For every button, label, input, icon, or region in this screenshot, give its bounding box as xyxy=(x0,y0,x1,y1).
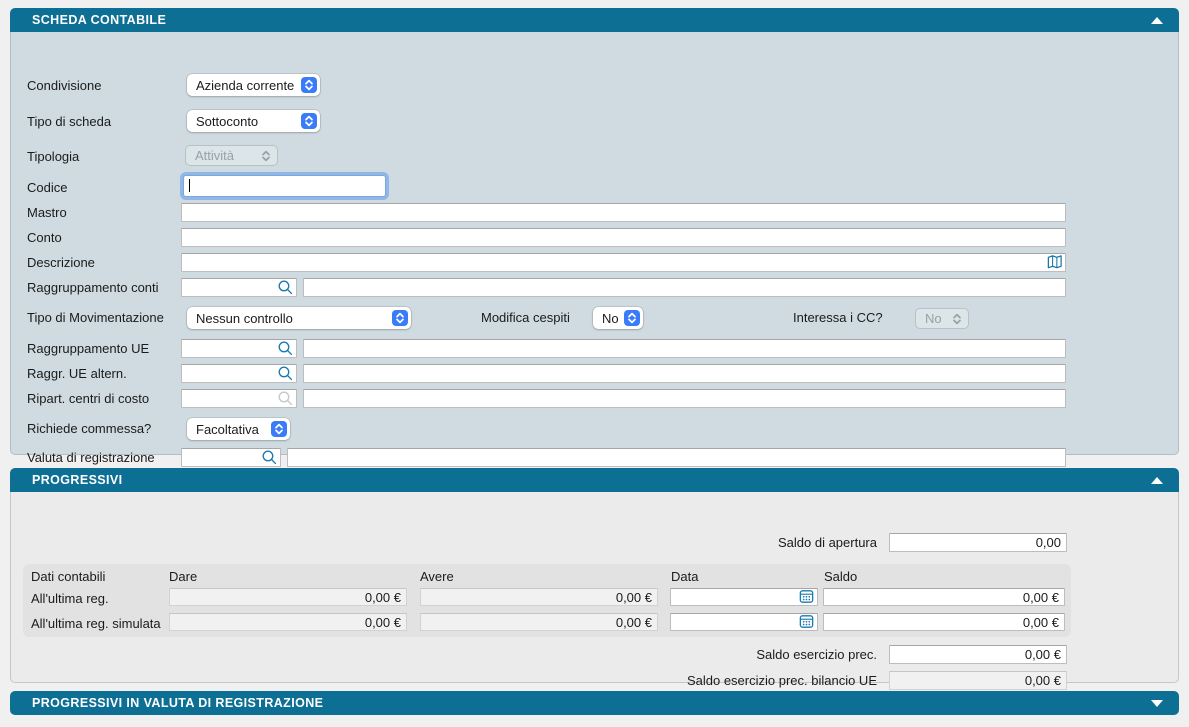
valuta-registrazione-desc-input[interactable] xyxy=(287,448,1066,467)
scheda-contabile-body: Condivisione Azienda corrente Tipo di sc… xyxy=(10,32,1179,455)
raggruppamento-ue-desc-input[interactable] xyxy=(303,339,1066,358)
descrizione-input[interactable] xyxy=(181,253,1066,272)
select-stepper-icon xyxy=(949,311,965,327)
select-stepper-icon xyxy=(392,310,408,326)
select-stepper-icon xyxy=(624,310,640,326)
ultima-reg-simulata-avere-input xyxy=(420,613,658,631)
saldo-esercizio-prec-ue-label: Saldo esercizio prec. bilancio UE xyxy=(687,673,877,688)
progressivi-header[interactable]: PROGRESSIVI xyxy=(10,468,1179,492)
tipologia-select-value: Attività xyxy=(195,148,252,163)
raggr-ue-altern-desc-input[interactable] xyxy=(303,364,1066,383)
select-stepper-icon xyxy=(301,77,317,93)
text-caret xyxy=(189,179,190,192)
ripart-centri-costo-desc-input[interactable] xyxy=(303,389,1066,408)
ultima-reg-simulata-saldo-input[interactable] xyxy=(823,613,1065,631)
expand-icon[interactable] xyxy=(1151,700,1163,707)
raggr-ue-altern-code-field xyxy=(181,364,297,383)
valuta-registrazione-label: Valuta di registrazione xyxy=(27,450,155,465)
ultima-reg-simulata-data-field xyxy=(670,613,818,631)
ripart-centri-costo-code-field xyxy=(181,389,297,408)
scheda-contabile-title: SCHEDA CONTABILE xyxy=(32,13,166,27)
interessa-cc-select: No xyxy=(915,308,969,329)
codice-input[interactable] xyxy=(183,175,386,197)
tipo-movimentazione-label: Tipo di Movimentazione xyxy=(27,310,164,325)
raggr-ue-altern-code-input[interactable] xyxy=(181,364,297,383)
interessa-cc-label: Interessa i CC? xyxy=(793,310,883,325)
codice-label: Codice xyxy=(27,180,67,195)
tipologia-label: Tipologia xyxy=(27,149,79,164)
ultima-reg-saldo-input[interactable] xyxy=(823,588,1065,606)
raggr-ue-altern-label: Raggr. UE altern. xyxy=(27,366,127,381)
richiede-commessa-select[interactable]: Facoltativa xyxy=(187,418,290,440)
modifica-cespiti-label: Modifica cespiti xyxy=(481,310,570,325)
condivisione-select[interactable]: Azienda corrente xyxy=(187,74,320,96)
ripart-centri-costo-code-input[interactable] xyxy=(181,389,297,408)
select-stepper-icon xyxy=(301,113,317,129)
progressivi-valuta-header[interactable]: PROGRESSIVI IN VALUTA DI REGISTRAZIONE xyxy=(10,691,1179,715)
richiede-commessa-select-value: Facoltativa xyxy=(196,422,265,437)
saldo-esercizio-prec-ue-input xyxy=(889,671,1067,690)
col-header-saldo: Saldo xyxy=(824,569,857,584)
ripart-centri-costo-label: Ripart. centri di costo xyxy=(27,391,149,406)
saldo-apertura-input[interactable] xyxy=(889,533,1067,552)
raggruppamento-conti-code-field xyxy=(181,278,297,297)
condivisione-select-value: Azienda corrente xyxy=(196,78,295,93)
tipo-movimentazione-select-value: Nessun controllo xyxy=(196,311,386,326)
select-stepper-icon xyxy=(271,421,287,437)
row-label-ultima-reg: All'ultima reg. xyxy=(31,591,109,606)
ultima-reg-data-field xyxy=(670,588,818,606)
collapse-icon[interactable] xyxy=(1151,17,1163,24)
row-label-ultima-reg-simulata: All'ultima reg. simulata xyxy=(31,616,161,631)
tipologia-select: Attività xyxy=(185,145,278,166)
ultima-reg-dare-input xyxy=(169,588,407,606)
conto-label: Conto xyxy=(27,230,62,245)
select-stepper-icon xyxy=(258,148,274,164)
ultima-reg-simulata-dare-input xyxy=(169,613,407,631)
condivisione-label: Condivisione xyxy=(27,78,101,93)
valuta-registrazione-code-field xyxy=(181,448,281,467)
modifica-cespiti-select[interactable]: No xyxy=(593,307,643,329)
mastro-label: Mastro xyxy=(27,205,67,220)
descrizione-field xyxy=(181,253,1066,272)
panel-progressivi: PROGRESSIVI Saldo di apertura Dati conta… xyxy=(10,468,1179,683)
richiede-commessa-label: Richiede commessa? xyxy=(27,421,151,436)
col-header-dare: Dare xyxy=(169,569,197,584)
tipo-scheda-select-value: Sottoconto xyxy=(196,114,295,129)
ultima-reg-avere-input xyxy=(420,588,658,606)
valuta-registrazione-code-input[interactable] xyxy=(181,448,281,467)
collapse-icon[interactable] xyxy=(1151,477,1163,484)
interessa-cc-select-value: No xyxy=(925,311,943,326)
col-header-dati-contabili: Dati contabili xyxy=(31,569,105,584)
descrizione-label: Descrizione xyxy=(27,255,95,270)
progressivi-body: Saldo di apertura Dati contabili Dare Av… xyxy=(10,492,1179,683)
progressivi-title: PROGRESSIVI xyxy=(32,473,123,487)
col-header-avere: Avere xyxy=(420,569,454,584)
col-header-data: Data xyxy=(671,569,698,584)
panel-scheda-contabile: SCHEDA CONTABILE Condivisione Azienda co… xyxy=(10,8,1179,455)
saldo-esercizio-prec-input[interactable] xyxy=(889,645,1067,664)
modifica-cespiti-select-value: No xyxy=(602,311,618,326)
tipo-movimentazione-select[interactable]: Nessun controllo xyxy=(187,307,411,329)
tipo-scheda-label: Tipo di scheda xyxy=(27,114,111,129)
raggruppamento-ue-label: Raggruppamento UE xyxy=(27,341,149,356)
raggruppamento-ue-code-field xyxy=(181,339,297,358)
raggruppamento-conti-label: Raggruppamento conti xyxy=(27,280,159,295)
ultima-reg-data-input[interactable] xyxy=(670,588,818,606)
tipo-scheda-select[interactable]: Sottoconto xyxy=(187,110,320,132)
raggruppamento-conti-desc-input[interactable] xyxy=(303,278,1066,297)
saldo-esercizio-prec-label: Saldo esercizio prec. xyxy=(756,647,877,662)
progressivi-table: Dati contabili Dare Avere Data Saldo All… xyxy=(23,564,1071,637)
progressivi-valuta-title: PROGRESSIVI IN VALUTA DI REGISTRAZIONE xyxy=(32,696,323,710)
raggruppamento-ue-code-input[interactable] xyxy=(181,339,297,358)
ultima-reg-simulata-data-input[interactable] xyxy=(670,613,818,631)
mastro-input[interactable] xyxy=(181,203,1066,222)
raggruppamento-conti-code-input[interactable] xyxy=(181,278,297,297)
saldo-apertura-label: Saldo di apertura xyxy=(778,535,877,550)
panel-progressivi-valuta: PROGRESSIVI IN VALUTA DI REGISTRAZIONE xyxy=(10,691,1179,715)
conto-input[interactable] xyxy=(181,228,1066,247)
scheda-contabile-header[interactable]: SCHEDA CONTABILE xyxy=(10,8,1179,32)
